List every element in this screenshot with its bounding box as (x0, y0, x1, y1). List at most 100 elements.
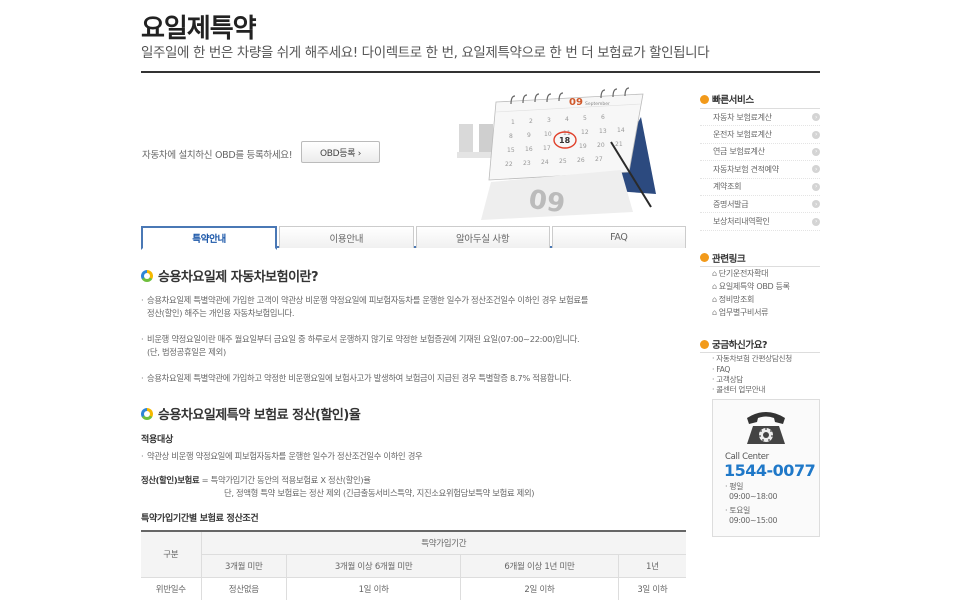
table-corner-header: 구분 (141, 530, 202, 578)
formula-note: 단, 정액형 특약 보험료는 정산 제외 (긴급출동서비스특약, 지진소요위험담… (224, 488, 535, 498)
section-bullet-icon (141, 407, 153, 420)
section-title-text: 승용차요일제 자동차보험이란? (158, 270, 319, 285)
quick-service-heading: 빠른서비스 (700, 92, 820, 106)
svg-text:10: 10 (544, 131, 552, 138)
help-title: 궁금하신가요? (712, 340, 768, 352)
svg-text:6: 6 (601, 114, 605, 121)
link-required-documents[interactable]: ⌂ 업무별구비서류 (700, 306, 820, 319)
weekday-time: 09:00~18:00 (729, 492, 778, 501)
paragraph-line: 정산(할인) 해주는 개인용 자동차보험입니다. (147, 308, 295, 318)
tab-usage-guide[interactable]: 이용안내 (279, 226, 414, 248)
table-cell: 2일 이하 (460, 576, 619, 600)
calendar-day: 09 (569, 97, 583, 108)
orange-bullet-icon (700, 253, 709, 263)
table-column-header: 3개월 미만 (200, 553, 288, 578)
home-icon: ⌂ (712, 282, 717, 292)
quick-item-label: 연금 보험료계산 (713, 147, 765, 157)
weekday-hours: · 평일 09:00~18:00 (725, 482, 777, 502)
link-label: 요일제특약 OBD 등록 (718, 282, 790, 292)
help-item-label: 콜센터 업무안내 (716, 385, 766, 395)
obd-register-button[interactable]: OBD등록 › (301, 141, 380, 163)
svg-text:16: 16 (525, 146, 533, 153)
paragraph-non-driving-day: · 비운행 약정요일이란 매주 월요일부터 금요일 중 하루로서 운행하지 않기로… (141, 334, 580, 357)
section-title-discount-rate: 승용차요일제특약 보험료 정산(할인)율 (141, 404, 361, 423)
tab-bar: 특약안내 이용안내 알아두실 사항 FAQ (141, 226, 686, 250)
svg-text:1: 1 (511, 119, 515, 126)
page-title: 요일제특약 (141, 14, 257, 44)
hero-banner: 자동차에 설치하신 OBD를 등록하세요! OBD등록 › 09 Septemb… (141, 82, 686, 220)
title-divider (141, 71, 820, 73)
table-column-header: 6개월 이상 1년 미만 (460, 553, 619, 578)
tab-notes[interactable]: 알아두실 사항 (415, 226, 550, 248)
quick-item-contract-inquiry[interactable]: 계약조회 › (700, 179, 820, 196)
related-links-title: 관련링크 (712, 253, 746, 265)
tab-special-guide[interactable]: 특약안내 (141, 226, 278, 250)
help-item-label: FAQ (716, 364, 731, 374)
quick-item-label: 증명서발급 (713, 199, 749, 209)
telephone-icon (747, 412, 785, 444)
saturday-hours: · 토요일 09:00~15:00 (725, 506, 777, 526)
target-heading: 적용대상 (141, 435, 173, 445)
paragraph-line: 약관상 비운행 약정요일에 피보험자동차를 운행한 일수가 정산조건일수 이하인… (147, 451, 423, 461)
saturday-label: · 토요일 (725, 506, 750, 515)
quick-service-title: 빠른서비스 (712, 95, 754, 106)
section-bullet-icon (141, 269, 153, 282)
arrow-circle-icon: › (812, 147, 820, 156)
tab-faq[interactable]: FAQ (551, 226, 686, 248)
table-group-header: 특약가입기간 (200, 530, 686, 555)
svg-text:27: 27 (595, 156, 603, 163)
link-label: 업무별구비서류 (718, 308, 769, 318)
quick-item-label: 운전자 보험료계산 (713, 130, 772, 140)
section-title-what-is: 승용차요일제 자동차보험이란? (141, 266, 319, 285)
table-column-header: 3개월 이상 6개월 미만 (286, 553, 462, 578)
quick-item-driver-premium[interactable]: 운전자 보험료계산 › (700, 126, 820, 144)
link-repair-network[interactable]: ⌂ 정비망조회 (700, 293, 820, 306)
calendar-illustration: 09 September 123456 8 9 10 11 12 13 14 15 16 17 1… (457, 87, 656, 220)
home-icon: ⌂ (712, 295, 717, 305)
help-item-callcenter-guide[interactable]: · 콜센터 업무안내 (700, 385, 820, 395)
quick-item-claim-history[interactable]: 보상처리내역확인 › (700, 213, 820, 231)
formula-block: 정산(할인)보험료 = 특약가입기간 동안의 적용보험료 X 정산(할인)율 단… (141, 474, 535, 500)
svg-text:26: 26 (577, 157, 585, 164)
table-cell: 1일 이하 (286, 576, 462, 600)
calendar-highlight: 18 (559, 136, 571, 145)
svg-text:14: 14 (617, 127, 625, 134)
quick-item-label: 보상처리내역확인 (713, 217, 770, 227)
quick-item-car-premium[interactable]: 자동차 보험료계산 › (700, 109, 820, 127)
page-subtitle: 일주일에 한 번은 차량을 쉬게 해주세요! 다이렉트로 한 번, 요일제특약으… (141, 45, 710, 61)
quick-item-label: 자동차 보험료계산 (713, 112, 772, 122)
help-item-customer-service[interactable]: · 고객상담 (700, 374, 820, 384)
orange-bullet-icon (700, 339, 709, 349)
svg-text:9: 9 (527, 132, 531, 139)
link-short-term-driver[interactable]: ⌂ 단기운전자확대 (700, 267, 820, 280)
help-item-faq[interactable]: · FAQ (700, 364, 820, 374)
quick-item-label: 자동차보험 견적예약 (713, 164, 779, 174)
link-obd-register[interactable]: ⌂ 요일제특약 OBD 등록 (700, 280, 820, 293)
quick-item-pension-premium[interactable]: 연금 보험료계산 › (700, 144, 820, 162)
help-item-consult-request[interactable]: · 자동차보험 간편상담신청 (700, 353, 820, 363)
section-title-text: 승용차요일제특약 보험료 정산(할인)율 (158, 408, 361, 423)
help-heading: 궁금하신가요? (700, 337, 820, 351)
svg-text:4: 4 (565, 116, 569, 123)
paragraph-line: 승용차요일제 특별약관에 가입하고 약정한 비운행요일에 보험사고가 발생하여 … (147, 373, 572, 383)
svg-text:24: 24 (541, 159, 549, 166)
table-title: 특약가입기간별 보험료 정산조건 (141, 514, 259, 524)
svg-text:15: 15 (507, 147, 515, 154)
arrow-circle-icon: › (812, 217, 820, 226)
related-links-heading: 관련링크 (700, 251, 820, 265)
quick-item-quote-reservation[interactable]: 자동차보험 견적예약 › (700, 161, 820, 179)
home-icon: ⌂ (712, 268, 717, 278)
call-center-number: 1544-0077 (724, 461, 816, 480)
svg-text:13: 13 (599, 128, 607, 135)
arrow-circle-icon: › (812, 200, 820, 209)
svg-text:25: 25 (559, 158, 567, 165)
quick-item-certificate[interactable]: 증명서발급 › (700, 196, 820, 214)
table-row: 위반일수 정산없음 1일 이하 2일 이하 3일 이하 (141, 576, 686, 600)
call-center-box: Call Center 1544-0077 · 평일 09:00~18:00 ·… (712, 399, 820, 537)
paragraph-line: (단, 법정공휴일은 제외) (147, 347, 226, 357)
help-item-label: 자동차보험 간편상담신청 (716, 354, 792, 364)
table-cell: 정산없음 (200, 576, 288, 600)
home-icon: ⌂ (712, 308, 717, 318)
svg-text:3: 3 (547, 117, 551, 124)
saturday-time: 09:00~15:00 (729, 516, 778, 525)
